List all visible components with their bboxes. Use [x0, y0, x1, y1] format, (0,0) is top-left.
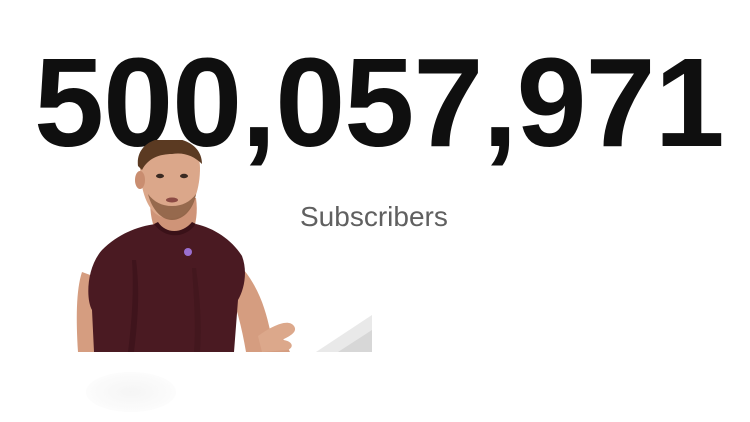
video-frame: 500,057,971 Subscribers [0, 0, 750, 422]
background-smudge [86, 372, 176, 412]
presenter-image [76, 140, 372, 352]
presenter-icon [76, 140, 372, 352]
